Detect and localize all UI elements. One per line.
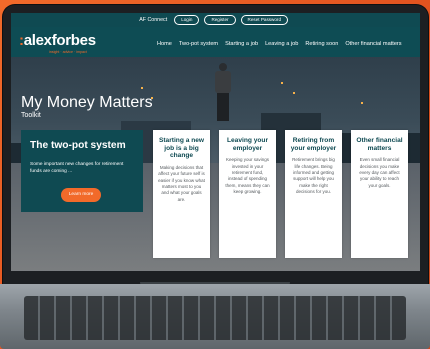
window-light <box>281 82 283 84</box>
card-other-financial-matters[interactable]: Other financial matters Even small finan… <box>351 130 408 258</box>
af-connect-label: AF Connect <box>139 17 168 23</box>
walking-person-photo <box>213 63 233 121</box>
nav-other-financial-matters[interactable]: Other financial matters <box>345 41 401 47</box>
card-title: Starting a new job is a big change <box>158 137 205 160</box>
window-light <box>141 87 143 89</box>
nav-home[interactable]: Home <box>157 41 172 47</box>
alexforbes-logo[interactable]: :alexforbes <box>19 32 96 49</box>
nav-leaving-a-job[interactable]: Leaving a job <box>265 41 298 47</box>
logo-tagline: insight · advice · impact <box>49 50 87 54</box>
card-starting-a-job[interactable]: Starting a new job is a big change Makin… <box>153 130 210 258</box>
window-light <box>361 102 363 104</box>
card-text: Retirement brings big life changes. Bein… <box>292 157 335 195</box>
card-text: Keeping your savings invested in your re… <box>225 157 270 195</box>
login-button[interactable]: Login <box>174 15 200 25</box>
laptop-frame: AF Connect Login Register Reset Password… <box>0 0 430 349</box>
hero-title: My Money Matters <box>21 94 153 111</box>
card-text: Even small financial decisions you make … <box>359 157 400 188</box>
feature-card-text: Some important new changes for retiremen… <box>30 162 124 174</box>
card-title: Leaving your employer <box>226 137 269 152</box>
window-light <box>293 92 295 94</box>
card-title: Other financial matters <box>356 137 403 152</box>
nav-two-pot-system[interactable]: Two-pot system <box>179 41 218 47</box>
keyboard <box>24 296 406 340</box>
hero-subtitle: Toolkit <box>21 112 41 119</box>
browser-screen: AF Connect Login Register Reset Password… <box>11 13 420 271</box>
site-header: :alexforbes insight · advice · impact Ho… <box>11 27 420 57</box>
card-retiring[interactable]: Retiring from your employer Retirement b… <box>285 130 342 258</box>
register-button[interactable]: Register <box>204 15 236 25</box>
reset-password-button[interactable]: Reset Password <box>240 15 288 25</box>
nav-retiring-soon[interactable]: Retiring soon <box>305 41 338 47</box>
feature-card-title: The two-pot system <box>30 140 126 151</box>
card-leaving-employer[interactable]: Leaving your employer Keeping your savin… <box>219 130 276 258</box>
utility-bar: AF Connect Login Register Reset Password <box>11 13 420 27</box>
card-text: Making decisions that affect your future… <box>158 164 205 202</box>
learn-more-button[interactable]: Learn more <box>61 188 101 202</box>
card-title: Retiring from your employer <box>290 137 337 152</box>
main-nav: Home Two-pot system Starting a job Leavi… <box>157 41 402 47</box>
nav-starting-a-job[interactable]: Starting a job <box>225 41 258 47</box>
two-pot-feature-card: The two-pot system Some important new ch… <box>21 130 143 212</box>
